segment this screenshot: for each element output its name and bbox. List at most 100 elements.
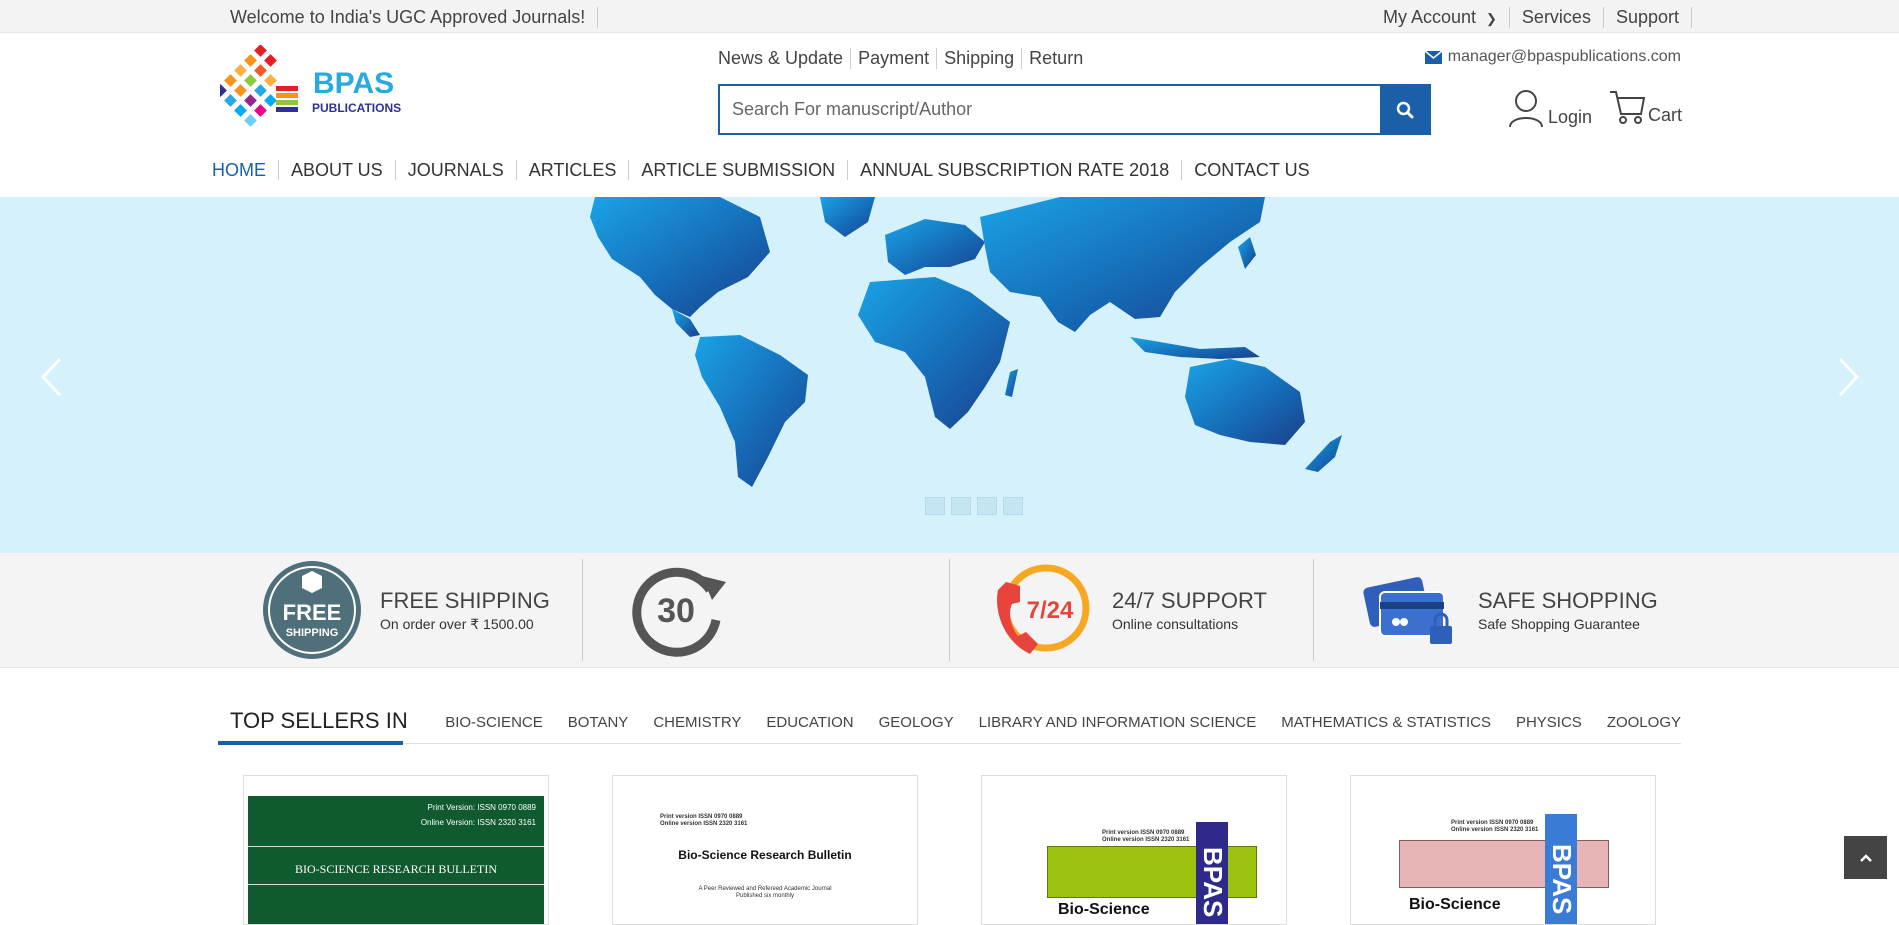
feature-title: SAFE SHOPPING <box>1478 588 1658 613</box>
safe-shopping-icon <box>1363 577 1452 644</box>
email-address: manager@bpaspublications.com <box>1447 48 1681 65</box>
logo-text: BPAS <box>313 67 394 100</box>
tab-zoology[interactable]: ZOOLOGY <box>1607 714 1681 731</box>
tab-geology[interactable]: GEOLOGY <box>879 714 954 731</box>
support-link[interactable]: Support <box>1604 7 1692 28</box>
user-icon <box>1509 90 1543 128</box>
tab-botany[interactable]: BOTANY <box>568 714 629 731</box>
cover-online-issn: Online version ISSN 2320 3161 <box>1102 837 1190 843</box>
carousel-dot[interactable] <box>977 497 997 515</box>
feature-title: 24/7 SUPPORT <box>1112 588 1267 613</box>
cover-description: A Peer Reviewed and Refereed Academic Jo… <box>698 886 832 892</box>
category-tabs: BIO-SCIENCE BOTANY CHEMISTRY EDUCATION G… <box>445 714 1681 731</box>
30-badge-text: 30 <box>657 592 695 630</box>
header-links: News & Update Payment Shipping Return <box>718 48 1090 69</box>
product-card[interactable]: Print Version: ISSN 0970 0889 Online Ver… <box>243 775 549 925</box>
divider <box>949 559 950 661</box>
cover-online-issn: Online version ISSN 2320 3161 <box>1451 827 1539 833</box>
product-card[interactable]: Print version ISSN 0970 0889 Online vers… <box>981 775 1287 925</box>
tab-library-information-science[interactable]: LIBRARY AND INFORMATION SCIENCE <box>979 714 1257 731</box>
feature-title: FREE SHIPPING <box>380 587 550 613</box>
carousel-indicators <box>925 497 1023 515</box>
nav-about-us[interactable]: ABOUT US <box>279 160 396 180</box>
free-shipping-icon: FREE SHIPPING <box>263 561 361 659</box>
cart-link[interactable]: Cart <box>1608 88 1682 126</box>
top-sellers-heading: TOP SELLERS IN <box>230 708 408 733</box>
search-icon <box>1396 101 1413 118</box>
logo-wordmark: BPAS <box>313 67 394 100</box>
features-strip: FREE SHIPPING FREE SHIPPING On order ove… <box>0 553 1899 668</box>
my-account-menu[interactable]: My Account ❯ <box>1371 7 1510 28</box>
payment-link[interactable]: Payment <box>851 48 938 69</box>
divider <box>582 559 583 661</box>
cover-print-issn: Print version ISSN 0970 0889 <box>660 814 743 820</box>
carousel-dot[interactable] <box>951 497 971 515</box>
logo-subtext: PUBLICATIONS <box>312 101 401 115</box>
search-bar <box>718 84 1431 135</box>
tab-chemistry[interactable]: CHEMISTRY <box>653 714 741 731</box>
free-badge-text: FREE <box>283 600 342 625</box>
carousel-prev-icon[interactable] <box>40 357 62 397</box>
login-label: Login <box>1548 107 1593 127</box>
feature-free-shipping: FREE SHIPPING FREE SHIPPING On order ove… <box>262 559 550 661</box>
news-update-link[interactable]: News & Update <box>718 48 852 69</box>
scroll-to-top-button[interactable] <box>1844 836 1887 879</box>
cover-title: Bio-Science <box>1409 896 1501 913</box>
carousel-dot[interactable] <box>925 497 945 515</box>
cart-icon <box>1610 91 1646 124</box>
hero-banner-carousel <box>0 197 1899 553</box>
cover-print-issn: Print version ISSN 0970 0889 <box>1102 830 1185 836</box>
carousel-next-icon[interactable] <box>1838 357 1860 397</box>
cover-title: Bio-Science <box>1058 901 1150 918</box>
cover-online-issn: Online version ISSN 2320 3161 <box>660 821 748 827</box>
shipping-badge-text: SHIPPING <box>286 627 339 639</box>
cover-title: Bio-Science Research Bulletin <box>678 848 852 862</box>
feature-subtitle: On order over ₹ 1500.00 <box>380 615 534 632</box>
support-24-7-icon: 7/24 <box>997 564 1090 654</box>
nav-home[interactable]: HOME <box>212 160 279 180</box>
cover-spine: BPAS <box>1196 822 1228 924</box>
product-card[interactable]: Print version ISSN 0970 0889 Online vers… <box>612 775 918 925</box>
tab-physics[interactable]: PHYSICS <box>1516 714 1582 731</box>
feature-safe-shopping: SAFE SHOPPING Safe Shopping Guarantee <box>1360 559 1658 661</box>
search-button[interactable] <box>1380 86 1429 133</box>
login-link[interactable]: Login <box>1508 88 1592 128</box>
feature-subtitle: Online consultations <box>1112 616 1239 632</box>
cover-title: BIO-SCIENCE RESEARCH BULLETIN <box>295 862 497 876</box>
logo-subtext-span: PUBLICATIONS <box>312 101 401 115</box>
cover-print-issn: Print Version: ISSN 0970 0889 <box>427 803 536 812</box>
nav-contact-us[interactable]: CONTACT US <box>1182 160 1321 180</box>
services-link[interactable]: Services <box>1510 7 1604 28</box>
shipping-link[interactable]: Shipping <box>937 48 1023 69</box>
product-cover: Print Version: ISSN 0970 0889 Online Ver… <box>248 796 544 924</box>
top-links: My Account ❯ Services Support <box>1371 7 1692 28</box>
tab-bio-science[interactable]: BIO-SCIENCE <box>445 714 543 731</box>
email-contact[interactable]: manager@bpaspublications.com <box>1424 48 1681 66</box>
cover-online-issn: Online Version: ISSN 2320 3161 <box>420 818 536 827</box>
envelope-icon <box>1424 50 1442 64</box>
nav-journals[interactable]: JOURNALS <box>396 160 517 180</box>
product-card[interactable]: Print version ISSN 0970 0889 Online vers… <box>1350 775 1656 925</box>
site-logo[interactable]: BPAS PUBLICATIONS <box>214 44 410 135</box>
welcome-message: Welcome to India's UGC Approved Journals… <box>230 7 599 28</box>
top-sellers-divider <box>218 743 1681 744</box>
my-account-label: My Account <box>1382 7 1477 27</box>
feature-subtitle: Safe Shopping Guarantee <box>1478 616 1640 632</box>
divider <box>1313 559 1314 661</box>
cover-band <box>1399 840 1609 888</box>
nav-article-submission[interactable]: ARTICLE SUBMISSION <box>629 160 849 180</box>
search-input[interactable] <box>720 86 1380 133</box>
cart-label: Cart <box>1648 105 1683 125</box>
top-bar: Welcome to India's UGC Approved Journals… <box>0 0 1899 33</box>
tab-education[interactable]: EDUCATION <box>766 714 853 731</box>
cover-frequency: Published six monthly <box>735 893 795 899</box>
active-heading-underline <box>218 741 403 745</box>
carousel-dot[interactable] <box>1003 497 1023 515</box>
chevron-up-icon <box>1859 853 1872 862</box>
return-link[interactable]: Return <box>1022 48 1090 69</box>
tab-mathematics-statistics[interactable]: MATHEMATICS & STATISTICS <box>1281 714 1491 731</box>
nav-annual-subscription[interactable]: ANNUAL SUBSCRIPTION RATE 2018 <box>848 160 1183 180</box>
nav-articles[interactable]: ARTICLES <box>517 160 630 180</box>
main-navigation: HOME ABOUT US JOURNALS ARTICLES ARTICLE … <box>212 160 1322 180</box>
cover-print-issn: Print version ISSN 0970 0889 <box>1451 820 1534 826</box>
